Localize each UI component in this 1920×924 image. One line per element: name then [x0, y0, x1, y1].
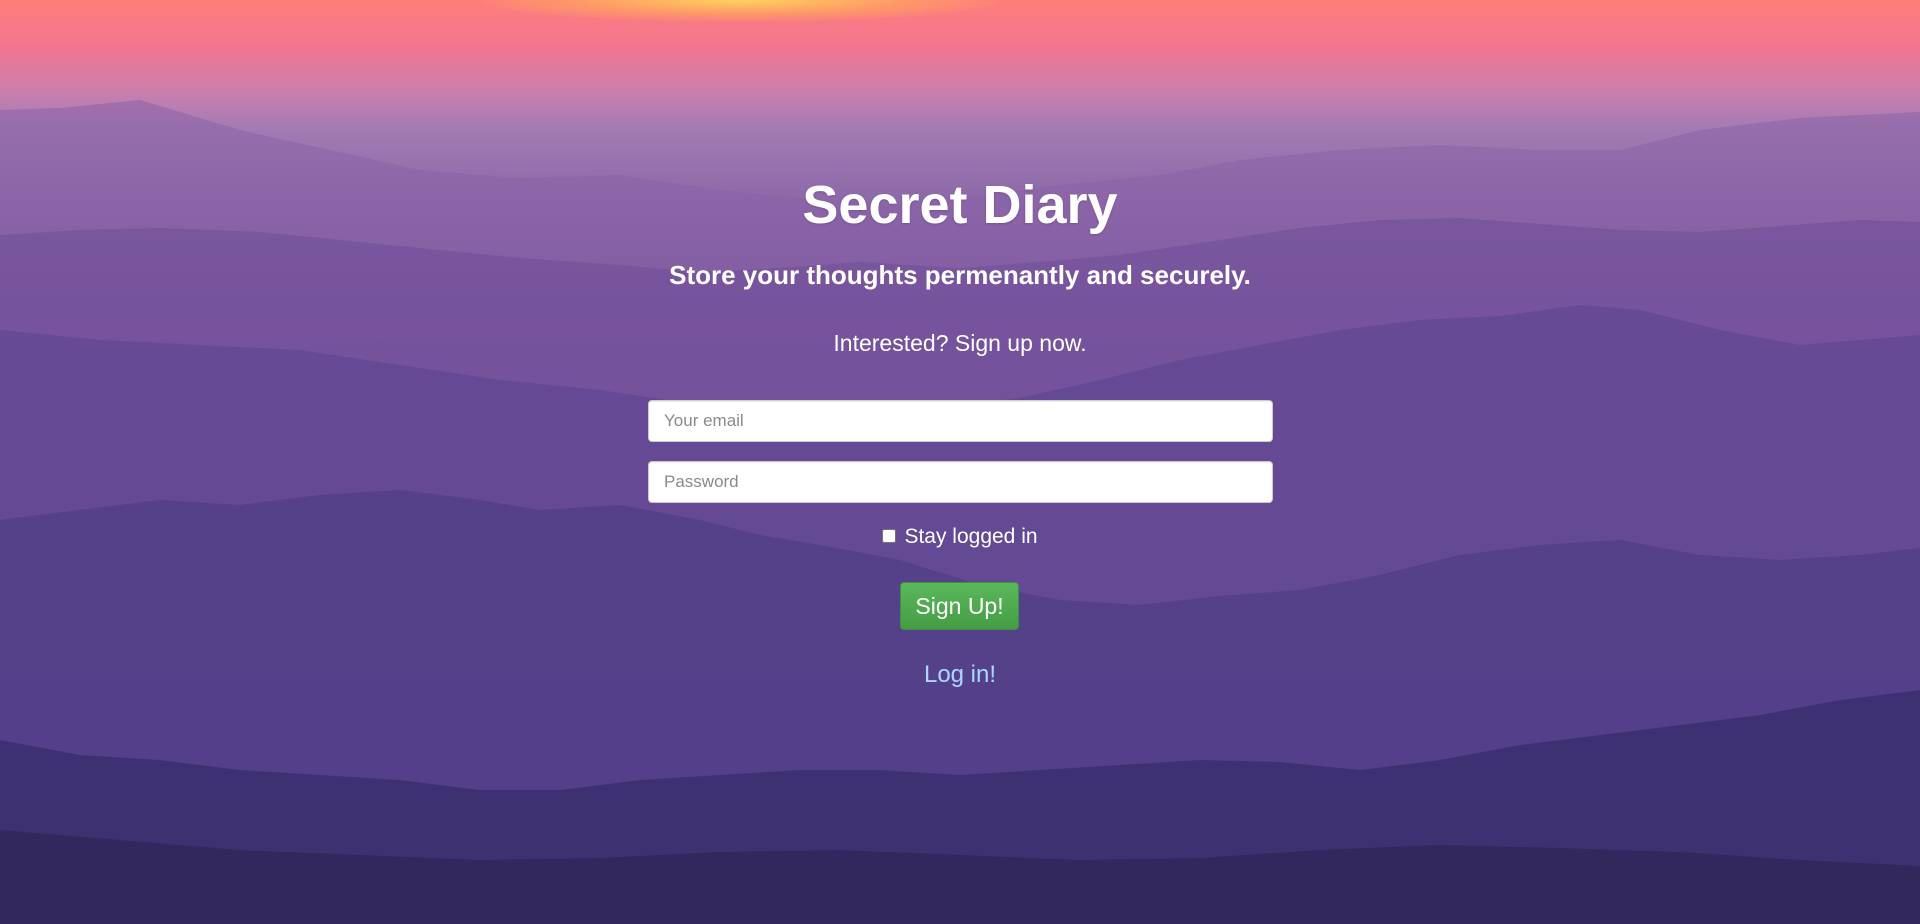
signup-prompt: Interested? Sign up now.	[833, 330, 1087, 356]
stay-logged-in-checkbox[interactable]	[882, 528, 897, 543]
page-title: Secret Diary	[802, 175, 1118, 235]
signup-panel: Secret Diary Store your thoughts permena…	[0, 0, 1920, 924]
page-background: Secret Diary Store your thoughts permena…	[0, 0, 1920, 924]
stay-logged-in-row: Stay logged in	[0, 524, 1920, 550]
email-field[interactable]	[648, 400, 1273, 442]
log-in-link[interactable]: Log in!	[0, 659, 1920, 691]
stay-logged-in-label: Stay logged in	[904, 525, 1038, 548]
sign-up-button[interactable]: Sign Up!	[900, 582, 1019, 630]
password-field[interactable]	[648, 461, 1273, 503]
tagline: Store your thoughts permenantly and secu…	[669, 260, 1251, 290]
